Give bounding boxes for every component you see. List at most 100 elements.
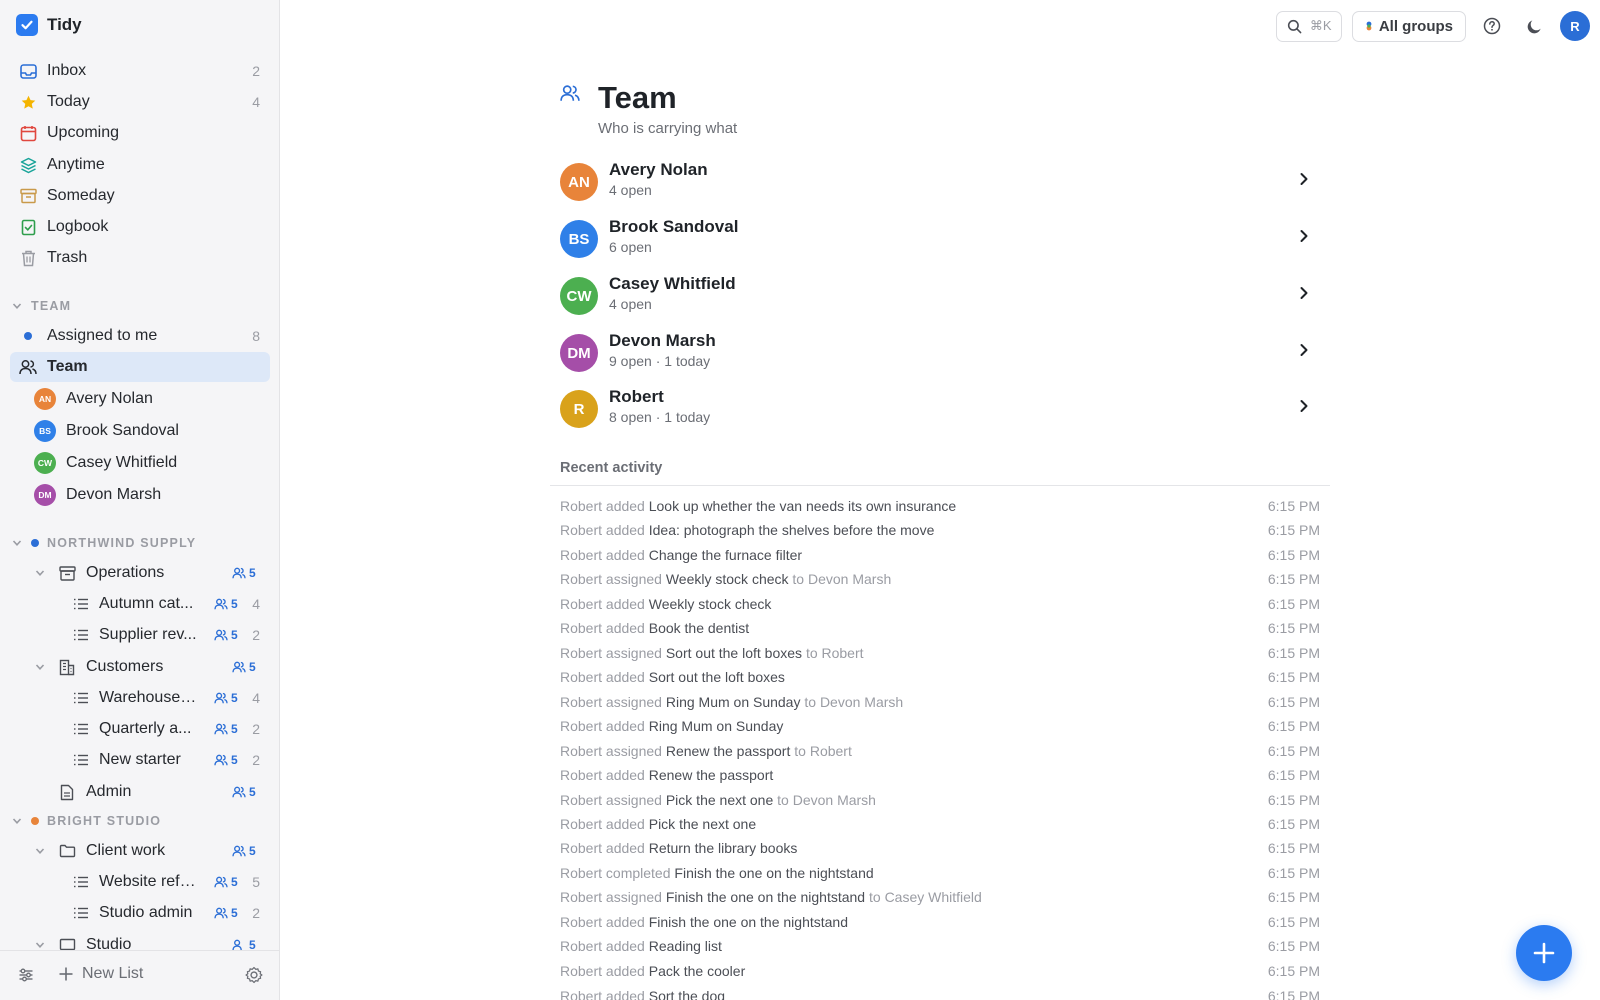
shared-members-badge[interactable]: 5	[232, 566, 256, 580]
group-filter-label: All groups	[1378, 17, 1453, 35]
shared-members-badge[interactable]: 5	[214, 722, 238, 736]
list-new-starter[interactable]: New starter 5 2	[72, 745, 270, 775]
area-client-work[interactable]: Client work 5	[34, 836, 270, 866]
shared-members-badge[interactable]: 5	[214, 875, 238, 889]
add-task-button[interactable]	[1516, 925, 1572, 981]
sidebar-member-avery[interactable]: AN Avery Nolan	[34, 385, 153, 413]
area-customers[interactable]: Customers 5	[34, 652, 270, 682]
activity-item[interactable]: Sort out the loft boxes	[666, 645, 802, 661]
sidebar-member-devon[interactable]: DM Devon Marsh	[34, 481, 161, 509]
activity-item[interactable]: Weekly stock check	[666, 571, 789, 587]
activity-item[interactable]: Ring Mum on Sunday	[666, 694, 801, 710]
activity-item[interactable]: Weekly stock check	[649, 596, 772, 612]
list-autumn[interactable]: Autumn cat... 5 4	[72, 589, 270, 619]
activity-time: 6:15 PM	[1267, 743, 1320, 759]
sidebar-member-brook[interactable]: BS Brook Sandoval	[34, 417, 179, 445]
activity-target: to Casey Whitfield	[869, 889, 982, 905]
activity-item[interactable]: Pick the next one	[666, 792, 773, 808]
sidebar-item-label: Logbook	[47, 218, 109, 235]
list-quarterly[interactable]: Quarterly a... 5 2	[72, 714, 270, 744]
activity-item[interactable]: Finish the one on the nightstand	[666, 889, 865, 905]
section-header-bright-studio[interactable]: BRIGHT STUDIO	[11, 814, 161, 828]
dark-mode-toggle[interactable]	[1518, 10, 1550, 42]
activity-target: to Robert	[794, 743, 852, 759]
activity-actor: Robert assigned	[560, 889, 662, 905]
sidebar-item-trash[interactable]: Trash	[10, 243, 270, 273]
activity-item[interactable]: Finish the one on the nightstand	[649, 914, 848, 930]
help-button[interactable]	[1476, 10, 1508, 42]
shared-members-badge[interactable]: 5	[232, 660, 256, 674]
area-admin[interactable]: Admin 5	[58, 777, 270, 807]
shared-members-badge[interactable]: 5	[214, 691, 238, 705]
activity-item[interactable]: Look up whether the van needs its own in…	[649, 498, 956, 514]
activity-row: Robert completed Finish the one on the n…	[560, 865, 1320, 889]
app-brand[interactable]: Tidy	[16, 14, 82, 36]
user-avatar[interactable]: R	[1560, 11, 1590, 41]
filter-settings-icon[interactable]	[18, 967, 34, 988]
activity-item[interactable]: Book the dentist	[649, 620, 749, 636]
sidebar-item-upcoming[interactable]: Upcoming	[10, 118, 270, 148]
activity-time: 6:15 PM	[1267, 865, 1320, 881]
shared-members-badge[interactable]: 5	[214, 906, 238, 920]
activity-item[interactable]: Pick the next one	[649, 816, 756, 832]
sidebar-item-team[interactable]: Team	[10, 352, 270, 382]
group-filter-button[interactable]: All groups	[1351, 10, 1466, 42]
activity-actor: Robert added	[560, 718, 645, 734]
list-studio-admin[interactable]: Studio admin 5 2	[72, 898, 270, 928]
archive-box-icon	[19, 187, 37, 205]
activity-item[interactable]: Sort the dog	[649, 988, 725, 1000]
avatar: BS	[34, 420, 56, 442]
team-member-row[interactable]: DM Devon Marsh 9 open · 1 today	[550, 327, 1330, 383]
sidebar-member-casey[interactable]: CW Casey Whitfield	[34, 449, 177, 477]
member-status: 9 open · 1 today	[609, 353, 711, 369]
shared-members-badge[interactable]: 5	[214, 628, 238, 642]
activity-item[interactable]: Change the furnace filter	[649, 547, 802, 563]
member-name: Casey Whitfield	[66, 454, 178, 471]
activity-item[interactable]: Finish the one on the nightstand	[674, 865, 873, 881]
activity-item[interactable]: Return the library books	[649, 840, 798, 856]
shared-members-badge[interactable]: 5	[214, 597, 238, 611]
search-button[interactable]: ⌘K	[1275, 10, 1342, 42]
sidebar: Tidy Inbox 2 Today 4 Upcoming Anytime So…	[0, 0, 280, 1000]
sidebar-item-anytime[interactable]: Anytime	[10, 150, 270, 180]
section-header-northwind[interactable]: NORTHWIND SUPPLY	[11, 536, 196, 550]
activity-actor: Robert added	[560, 669, 645, 685]
avatar: R	[560, 390, 598, 428]
dot-icon	[19, 327, 37, 345]
list-icon	[72, 689, 90, 707]
activity-item[interactable]: Ring Mum on Sunday	[649, 718, 784, 734]
list-supplier[interactable]: Supplier rev... 5 2	[72, 620, 270, 650]
shared-members-badge[interactable]: 5	[232, 844, 256, 858]
share-count: 5	[249, 660, 256, 674]
section-header-team[interactable]: TEAM	[11, 299, 71, 313]
shared-members-badge[interactable]: 5	[214, 753, 238, 767]
chevron-down-icon	[34, 845, 46, 857]
section-title: NORTHWIND SUPPLY	[47, 536, 197, 550]
activity-row: Robert added Sort the dog 6:15 PM	[560, 988, 1320, 1000]
page-title: Team	[598, 80, 677, 115]
new-list-button[interactable]: New List	[58, 965, 143, 983]
sidebar-item-someday[interactable]: Someday	[10, 181, 270, 211]
activity-item[interactable]: Sort out the loft boxes	[649, 669, 785, 685]
activity-item[interactable]: Idea: photograph the shelves before the …	[649, 522, 935, 538]
gear-icon[interactable]	[244, 965, 264, 990]
activity-item[interactable]: Pack the cooler	[649, 963, 746, 979]
list-warehouse[interactable]: Warehouse ... 5 4	[72, 683, 270, 713]
team-member-row[interactable]: BS Brook Sandoval 6 open	[550, 213, 1330, 269]
sidebar-item-assigned-to-me[interactable]: Assigned to me 8	[10, 321, 270, 351]
team-member-row[interactable]: R Robert 8 open · 1 today	[550, 383, 1330, 439]
member-name: Devon Marsh	[66, 486, 162, 503]
sidebar-item-today[interactable]: Today 4	[10, 87, 270, 117]
sidebar-item-inbox[interactable]: Inbox 2	[10, 56, 270, 86]
team-member-row[interactable]: CW Casey Whitfield 4 open	[550, 270, 1330, 326]
activity-actor: Robert added	[560, 522, 645, 538]
team-member-row[interactable]: AN Avery Nolan 4 open	[550, 156, 1330, 212]
area-operations[interactable]: Operations 5	[34, 558, 270, 588]
chevron-right-icon	[1298, 286, 1310, 305]
activity-item[interactable]: Renew the passport	[666, 743, 791, 759]
sidebar-item-logbook[interactable]: Logbook	[10, 212, 270, 242]
activity-item[interactable]: Reading list	[649, 938, 722, 954]
shared-members-badge[interactable]: 5	[232, 785, 256, 799]
list-website-refresh[interactable]: Website refr... 5 5	[72, 867, 270, 897]
activity-item[interactable]: Renew the passport	[649, 767, 774, 783]
